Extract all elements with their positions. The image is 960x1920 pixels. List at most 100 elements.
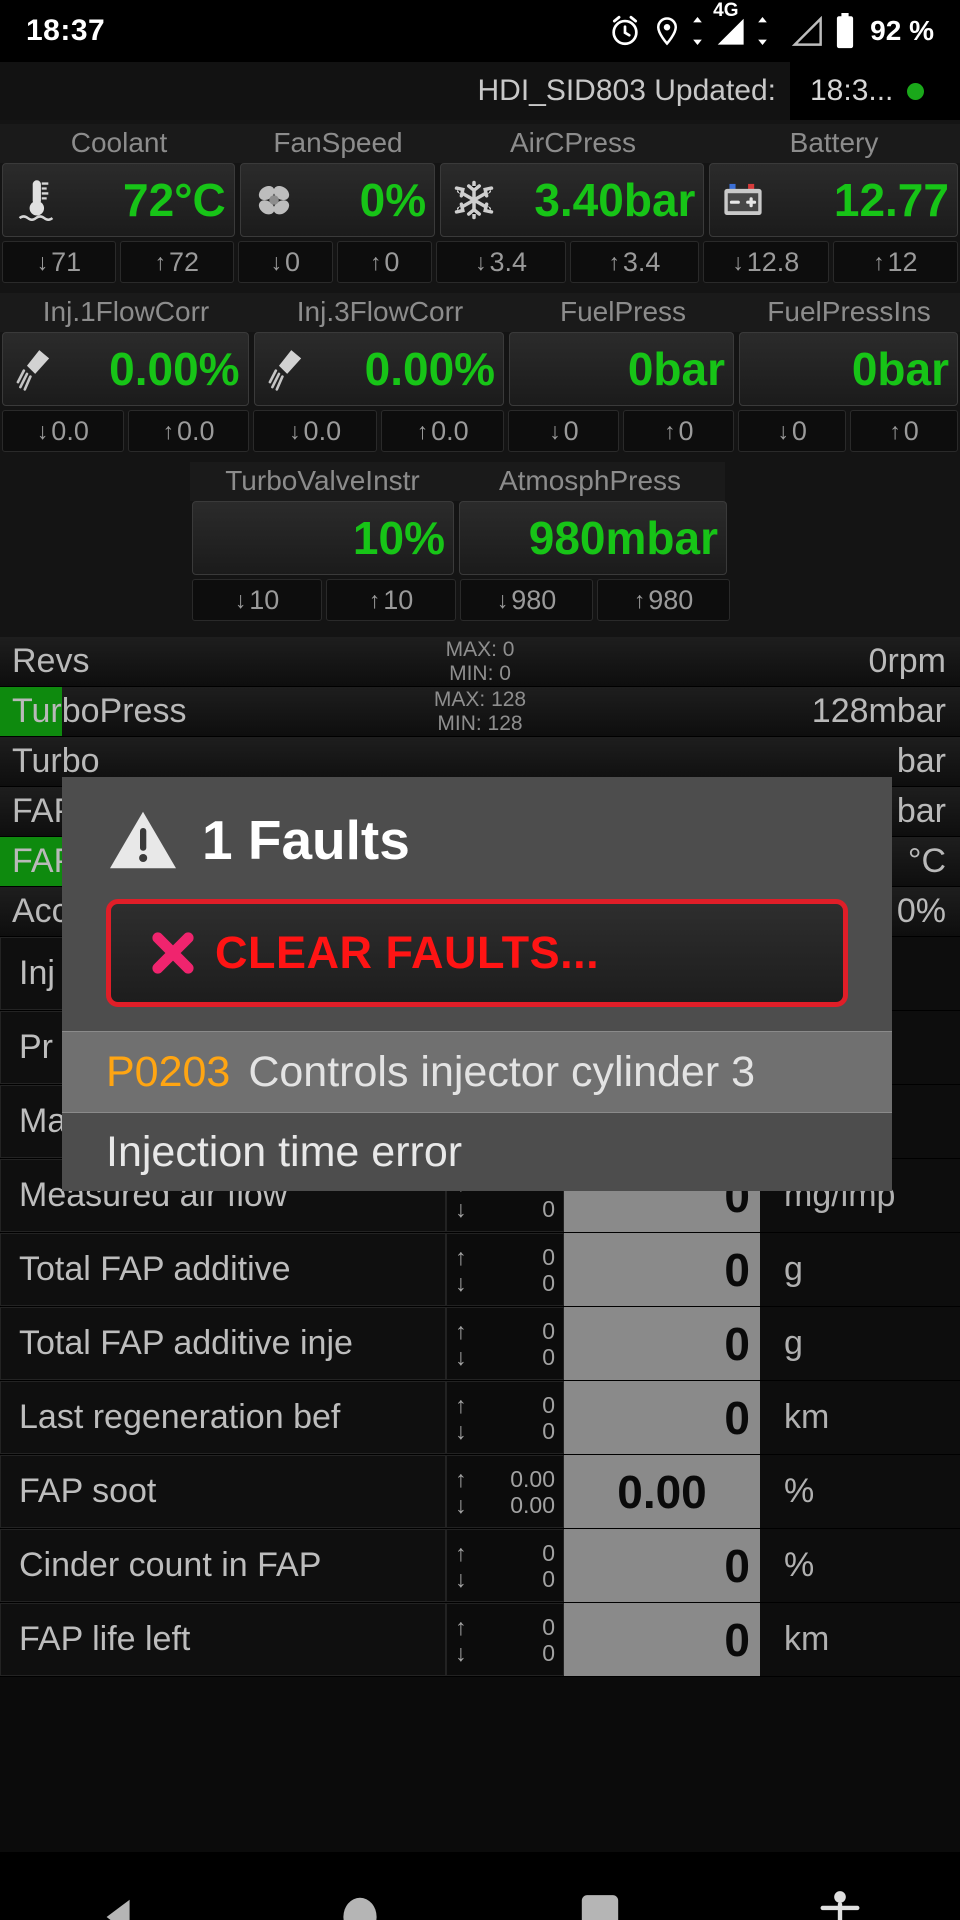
live-row-value: bar [896,742,946,780]
faults-dialog-header: 1 Faults [62,777,892,885]
gauge-title-aircpress: AirCPress [438,124,708,163]
gauge-fuelpressins[interactable]: 0bar [739,332,958,406]
recents-button[interactable] [480,1893,720,1920]
row-unit-cell: km [760,1381,960,1454]
gauge-row-1-titles: Coolant FanSpeed AirCPress Battery [0,124,960,163]
table-row[interactable]: FAP life left ↑ 0 ↓ 0 0 km [0,1603,960,1677]
battery-icon [834,13,856,49]
table-row[interactable]: Last regeneration bef ↑ 0 ↓ 0 0 km [0,1381,960,1455]
row-unit-cell: % [760,1455,960,1528]
gauge-battery-value: 12.77 [833,174,949,226]
gauge-row-2-titles: Inj.1FlowCorr Inj.3FlowCorr FuelPress Fu… [0,293,960,332]
list-item[interactable]: Revs MAX: 0 MIN: 0 0rpm [0,637,960,687]
table-row[interactable]: Total FAP additive ↑ 0 ↓ 0 0 g [0,1233,960,1307]
row-value-cell: 0 [564,1603,760,1676]
row-value-cell: 0 [564,1529,760,1602]
row-value-cell: 0.00 [564,1455,760,1528]
gauge-aircpress[interactable]: 3.40bar [440,163,705,237]
gauge-coolant[interactable]: 72°C [2,163,235,237]
gauge-battery[interactable]: 12.77 [709,163,958,237]
gauge-title-battery: Battery [708,124,960,163]
fault-code: P0203 [106,1047,231,1096]
app-content: HDI_SID803 Updated: 18:3... Coolant FanS… [0,62,960,1852]
fan-icon [249,174,299,226]
row-unit-cell: % [760,1529,960,1602]
row-label-cell: FAP life left [0,1603,446,1676]
gauge-aircpress-value: 3.40bar [534,174,696,226]
live-row-name: TurboPress [12,692,187,730]
gauge-atmosphpress[interactable]: 980mbar [459,501,727,575]
live-row-value: bar [896,792,946,830]
injector-icon [11,343,61,395]
gauge-title-inj3flowcorr: Inj.3FlowCorr [252,293,508,332]
inj1-min: ↓ 0.0 [2,410,124,452]
gauge-inj1flowcorr[interactable]: 0.00% [2,332,249,406]
gauge-row-1-cells: 72°C 0% 3.40bar 12.77 [0,163,960,237]
live-row-minmax: MAX: 0 MIN: 0 [445,637,515,685]
list-item[interactable]: TurboPress MAX: 128 MIN: 128 128mbar [0,687,960,737]
live-row-value: 0% [896,892,946,930]
gauge-row-2: Inj.1FlowCorr Inj.3FlowCorr FuelPress Fu… [0,293,960,452]
battery-percent-label: 92 % [870,15,934,46]
x-mark-icon [147,927,199,979]
back-button[interactable] [0,1894,240,1920]
live-row-value: 0rpm [868,642,946,680]
warning-triangle-icon [106,807,180,873]
atmosph-max: ↑ 980 [597,579,730,621]
row-minmax-cell: ↑0 ↓0 [446,1603,564,1676]
status-bar-clock: 18:37 [26,14,106,47]
table-row[interactable]: FAP soot ↑ 0.00 ↓ 0.00 0.00 % [0,1455,960,1529]
fault-detail-row: Injection time error [62,1113,892,1191]
row-minmax-cell: ↑0 ↓0 [446,1529,564,1602]
aircpress-max: ↑ 3.4 [569,241,700,283]
injector-icon [263,343,313,395]
live-row-minmax: MAX: 128 MIN: 128 [433,687,527,735]
gauge-title-atmosphpress: AtmosphPress [455,462,725,501]
fuelpressins-min: ↓ 0 [738,410,847,452]
row-label-cell: FAP soot [0,1455,446,1528]
battery-min: ↓ 12.8 [703,241,829,283]
coolant-max: ↑ 72 [119,241,234,283]
table-row[interactable]: Cinder count in FAP ↑ 0 ↓ 0 0 % [0,1529,960,1603]
gauge-title-coolant: Coolant [0,124,238,163]
data-transfer-icon [692,17,703,45]
atmosph-min: ↓ 980 [460,579,593,621]
gauge-inj3flowcorr[interactable]: 0.00% [253,332,505,406]
fuelpress-max: ↑ 0 [623,410,735,452]
inj1-max: ↑ 0.0 [127,410,250,452]
gauge-row-3-cells: 10% 980mbar [190,501,770,575]
row-minmax-cell: ↑ 0.00 ↓ 0.00 [446,1455,564,1528]
fault-entry-row[interactable]: P0203 Controls injector cylinder 3 [62,1031,892,1113]
gauge-row-2-cells: 0.00% 0.00% 0bar 0bar [0,332,960,406]
updated-bar: HDI_SID803 Updated: 18:3... [0,62,960,120]
inj3-max: ↑ 0.0 [380,410,505,452]
table-row[interactable]: Total FAP additive inje ↑ 0 ↓ 0 0 g [0,1307,960,1381]
coolant-min: ↓ 71 [2,241,116,283]
row-unit-cell: g [760,1233,960,1306]
connection-status-dot [907,82,925,100]
row-minmax-cell: ↑0 ↓0 [446,1307,564,1380]
row-value-cell: 0 [564,1233,760,1306]
gauge-fanspeed[interactable]: 0% [239,163,436,237]
gauge-fuelpress[interactable]: 0bar [509,332,734,406]
status-bar-icons: 4G 92 % [608,0,934,49]
gauge-fuelpressins-value: 0bar [851,343,949,395]
home-button[interactable] [240,1894,480,1920]
fanspeed-max: ↑ 0 [336,241,433,283]
accessibility-button[interactable] [720,1889,960,1920]
clear-faults-label: CLEAR FAULTS... [215,927,600,978]
row-minmax-cell: ↑0 ↓0 [446,1233,564,1306]
updated-time-box[interactable]: 18:3... [790,62,960,120]
row-unit-cell: km [760,1603,960,1676]
gauge-row-3: TurboValveInstr AtmosphPress 10% 980mbar… [0,462,960,621]
snowflake-icon [449,174,499,226]
gauge-turbovalveinstr[interactable]: 10% [192,501,454,575]
clear-faults-button[interactable]: CLEAR FAULTS... [106,899,848,1007]
gauge-coolant-value: 72°C [123,174,226,226]
mobile-data-icon: 4G [713,0,747,46]
gauge-inj1-value: 0.00% [109,343,240,395]
gauge-row-1: Coolant FanSpeed AirCPress Battery 72°C … [0,124,960,283]
fuelpress-min: ↓ 0 [508,410,620,452]
live-row-name: Acc [12,892,69,930]
row-label-cell: Cinder count in FAP [0,1529,446,1602]
